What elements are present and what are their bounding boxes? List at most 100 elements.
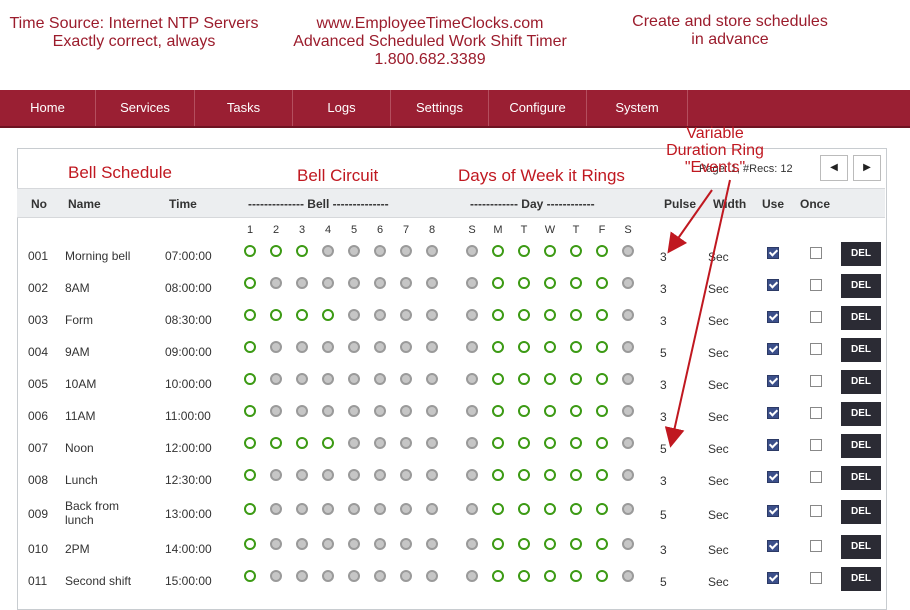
bell-4-toggle-icon[interactable] — [322, 437, 334, 449]
day-6-toggle-icon[interactable] — [596, 469, 608, 481]
bell-5-toggle-icon[interactable] — [348, 469, 360, 481]
pager-next-button[interactable]: ▶ — [853, 155, 881, 181]
day-5-toggle-icon[interactable] — [570, 341, 582, 353]
bell-4-toggle-icon[interactable] — [322, 309, 334, 321]
use-checkbox[interactable] — [767, 439, 779, 451]
delete-button[interactable]: DEL — [841, 500, 881, 524]
bell-8-toggle-icon[interactable] — [426, 373, 438, 385]
day-5-toggle-icon[interactable] — [570, 437, 582, 449]
day-1-toggle-icon[interactable] — [466, 570, 478, 582]
day-4-toggle-icon[interactable] — [544, 245, 556, 257]
bell-5-toggle-icon[interactable] — [348, 538, 360, 550]
day-1-toggle-icon[interactable] — [466, 503, 478, 515]
day-3-toggle-icon[interactable] — [518, 341, 530, 353]
day-3-toggle-icon[interactable] — [518, 437, 530, 449]
day-3-toggle-icon[interactable] — [518, 309, 530, 321]
day-6-toggle-icon[interactable] — [596, 309, 608, 321]
use-checkbox[interactable] — [767, 311, 779, 323]
bell-3-toggle-icon[interactable] — [296, 405, 308, 417]
bell-2-toggle-icon[interactable] — [270, 405, 282, 417]
delete-button[interactable]: DEL — [841, 567, 881, 591]
day-6-toggle-icon[interactable] — [596, 503, 608, 515]
once-checkbox[interactable] — [810, 407, 822, 419]
bell-3-toggle-icon[interactable] — [296, 570, 308, 582]
bell-6-toggle-icon[interactable] — [374, 570, 386, 582]
day-3-toggle-icon[interactable] — [518, 503, 530, 515]
day-1-toggle-icon[interactable] — [466, 538, 478, 550]
day-1-toggle-icon[interactable] — [466, 437, 478, 449]
bell-6-toggle-icon[interactable] — [374, 277, 386, 289]
bell-4-toggle-icon[interactable] — [322, 503, 334, 515]
day-7-toggle-icon[interactable] — [622, 341, 634, 353]
day-5-toggle-icon[interactable] — [570, 245, 582, 257]
bell-3-toggle-icon[interactable] — [296, 437, 308, 449]
bell-3-toggle-icon[interactable] — [296, 341, 308, 353]
day-1-toggle-icon[interactable] — [466, 245, 478, 257]
day-4-toggle-icon[interactable] — [544, 570, 556, 582]
day-7-toggle-icon[interactable] — [622, 437, 634, 449]
bell-4-toggle-icon[interactable] — [322, 277, 334, 289]
nav-settings[interactable]: Settings — [391, 90, 489, 126]
once-checkbox[interactable] — [810, 572, 822, 584]
day-3-toggle-icon[interactable] — [518, 373, 530, 385]
use-checkbox[interactable] — [767, 407, 779, 419]
day-2-toggle-icon[interactable] — [492, 538, 504, 550]
day-5-toggle-icon[interactable] — [570, 277, 582, 289]
bell-1-toggle-icon[interactable] — [244, 245, 256, 257]
bell-8-toggle-icon[interactable] — [426, 570, 438, 582]
bell-8-toggle-icon[interactable] — [426, 405, 438, 417]
day-6-toggle-icon[interactable] — [596, 341, 608, 353]
bell-5-toggle-icon[interactable] — [348, 245, 360, 257]
day-1-toggle-icon[interactable] — [466, 309, 478, 321]
day-3-toggle-icon[interactable] — [518, 245, 530, 257]
day-6-toggle-icon[interactable] — [596, 405, 608, 417]
bell-4-toggle-icon[interactable] — [322, 373, 334, 385]
day-2-toggle-icon[interactable] — [492, 341, 504, 353]
bell-4-toggle-icon[interactable] — [322, 245, 334, 257]
day-6-toggle-icon[interactable] — [596, 245, 608, 257]
bell-8-toggle-icon[interactable] — [426, 341, 438, 353]
bell-1-toggle-icon[interactable] — [244, 538, 256, 550]
bell-5-toggle-icon[interactable] — [348, 503, 360, 515]
nav-system[interactable]: System — [587, 90, 688, 126]
day-7-toggle-icon[interactable] — [622, 309, 634, 321]
use-checkbox[interactable] — [767, 572, 779, 584]
day-2-toggle-icon[interactable] — [492, 405, 504, 417]
day-7-toggle-icon[interactable] — [622, 405, 634, 417]
day-5-toggle-icon[interactable] — [570, 570, 582, 582]
day-4-toggle-icon[interactable] — [544, 341, 556, 353]
bell-7-toggle-icon[interactable] — [400, 437, 412, 449]
bell-6-toggle-icon[interactable] — [374, 437, 386, 449]
day-3-toggle-icon[interactable] — [518, 538, 530, 550]
day-2-toggle-icon[interactable] — [492, 437, 504, 449]
bell-5-toggle-icon[interactable] — [348, 341, 360, 353]
use-checkbox[interactable] — [767, 279, 779, 291]
day-7-toggle-icon[interactable] — [622, 469, 634, 481]
day-5-toggle-icon[interactable] — [570, 503, 582, 515]
bell-6-toggle-icon[interactable] — [374, 341, 386, 353]
bell-4-toggle-icon[interactable] — [322, 469, 334, 481]
bell-6-toggle-icon[interactable] — [374, 503, 386, 515]
day-7-toggle-icon[interactable] — [622, 373, 634, 385]
day-5-toggle-icon[interactable] — [570, 309, 582, 321]
bell-1-toggle-icon[interactable] — [244, 341, 256, 353]
day-6-toggle-icon[interactable] — [596, 277, 608, 289]
once-checkbox[interactable] — [810, 439, 822, 451]
day-2-toggle-icon[interactable] — [492, 469, 504, 481]
bell-6-toggle-icon[interactable] — [374, 405, 386, 417]
delete-button[interactable]: DEL — [841, 370, 881, 394]
day-6-toggle-icon[interactable] — [596, 538, 608, 550]
day-4-toggle-icon[interactable] — [544, 437, 556, 449]
bell-7-toggle-icon[interactable] — [400, 373, 412, 385]
day-1-toggle-icon[interactable] — [466, 373, 478, 385]
day-3-toggle-icon[interactable] — [518, 277, 530, 289]
bell-2-toggle-icon[interactable] — [270, 437, 282, 449]
bell-2-toggle-icon[interactable] — [270, 469, 282, 481]
bell-3-toggle-icon[interactable] — [296, 538, 308, 550]
bell-8-toggle-icon[interactable] — [426, 245, 438, 257]
day-2-toggle-icon[interactable] — [492, 309, 504, 321]
bell-4-toggle-icon[interactable] — [322, 341, 334, 353]
delete-button[interactable]: DEL — [841, 434, 881, 458]
bell-5-toggle-icon[interactable] — [348, 373, 360, 385]
bell-5-toggle-icon[interactable] — [348, 277, 360, 289]
